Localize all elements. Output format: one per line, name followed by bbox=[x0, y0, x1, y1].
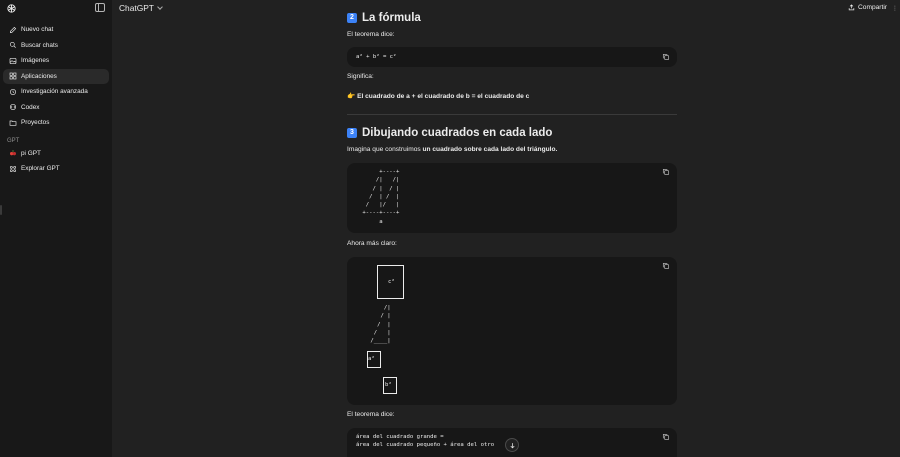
label-c2: c² bbox=[388, 279, 395, 285]
sidebar-nav: Nuevo chat Buscar chats Imágenes Aplicac… bbox=[0, 22, 112, 177]
sidebar-item-label: Nuevo chat bbox=[21, 26, 54, 34]
imagine-text: Imagina que construimos un cuadrado sobr… bbox=[347, 146, 557, 153]
image-icon bbox=[9, 57, 17, 64]
meaning-text: El cuadrado de a + el cuadrado de b = el… bbox=[357, 93, 530, 100]
section-2-title: La fórmula bbox=[362, 12, 421, 24]
section-3-heading: 3 Dibujando cuadrados en cada lado bbox=[347, 127, 552, 139]
ascii-squares-code-block: c² /| / | / | / | /____| a² b² bbox=[347, 257, 677, 405]
sidebar-item-pi-gpt[interactable]: pi GPT bbox=[3, 146, 109, 162]
openai-logo-icon[interactable] bbox=[6, 3, 17, 14]
ascii-triangle-code-block: +----+ /| /| / | / | / | / | / |/ | +---… bbox=[347, 163, 677, 233]
keycap-3-icon: 3 bbox=[347, 128, 357, 138]
sidebar-item-label: Explorar GPT bbox=[21, 165, 60, 173]
folder-icon bbox=[9, 120, 17, 126]
copy-icon[interactable] bbox=[662, 168, 670, 176]
sidebar-item-search-chats[interactable]: Buscar chats bbox=[3, 38, 109, 54]
explore-icon bbox=[9, 165, 16, 172]
imagine-bold: un cuadrado sobre cada lado del triángul… bbox=[422, 146, 558, 153]
sidebar-item-label: Imágenes bbox=[21, 57, 50, 65]
top-bar: ChatGPT Compartir ⋮ bbox=[112, 0, 900, 16]
share-button[interactable]: Compartir bbox=[848, 4, 887, 11]
sidebar-toggle-icon[interactable] bbox=[95, 3, 105, 12]
formula-code-block: a² + b² = c² bbox=[347, 47, 677, 67]
model-selector[interactable]: ChatGPT bbox=[119, 3, 163, 13]
sidebar-item-label: Proyectos bbox=[21, 119, 50, 127]
pointing-hand-icon: 👉 bbox=[347, 93, 356, 100]
sidebar-resize-handle[interactable] bbox=[0, 205, 2, 215]
divider bbox=[347, 114, 677, 115]
arrow-down-icon bbox=[509, 442, 515, 448]
sidebar-item-label: Codex bbox=[21, 103, 40, 111]
sidebar-item-images[interactable]: Imágenes bbox=[3, 53, 109, 69]
research-icon bbox=[10, 88, 16, 95]
theorem-intro-2: El teorema dice: bbox=[347, 411, 395, 418]
code-icon bbox=[10, 104, 16, 111]
theorem-intro-1: El teorema dice: bbox=[347, 31, 395, 38]
more-options-icon[interactable]: ⋮ bbox=[892, 5, 898, 12]
meaning-label: Significa: bbox=[347, 73, 374, 80]
copy-icon[interactable] bbox=[662, 53, 670, 61]
sidebar-item-apps[interactable]: Aplicaciones bbox=[3, 68, 109, 84]
search-icon bbox=[9, 42, 16, 49]
share-label: Compartir bbox=[858, 4, 887, 11]
chevron-down-icon bbox=[157, 4, 163, 10]
edit-icon bbox=[10, 26, 17, 33]
label-a2: a² bbox=[368, 356, 375, 362]
section-2-heading: 2 La fórmula bbox=[347, 12, 421, 24]
scroll-to-bottom-button[interactable] bbox=[505, 438, 519, 452]
section-3-title: Dibujando cuadrados en cada lado bbox=[362, 127, 553, 139]
clearer-label: Ahora más claro: bbox=[347, 240, 397, 247]
copy-icon[interactable] bbox=[662, 262, 670, 270]
ascii-triangle-2: /| / | / | / | /____| bbox=[370, 305, 391, 345]
copy-icon[interactable] bbox=[662, 433, 670, 441]
imagine-prefix: Imagina que construimos bbox=[347, 146, 423, 153]
label-b2: b² bbox=[385, 382, 392, 388]
formula-text: a² + b² = c² bbox=[356, 54, 397, 60]
gpt-avatar-icon bbox=[10, 150, 16, 156]
sidebar-item-new-chat[interactable]: Nuevo chat bbox=[3, 22, 109, 38]
share-icon bbox=[848, 4, 855, 11]
model-name: ChatGPT bbox=[119, 3, 154, 13]
area-line-1: área del cuadrado grande = bbox=[356, 434, 444, 440]
ascii-triangle: +----+ /| /| / | / | / | / | / |/ | +---… bbox=[362, 169, 400, 225]
keycap-2-icon: 2 bbox=[347, 13, 357, 23]
sidebar-item-projects[interactable]: Proyectos bbox=[3, 115, 109, 131]
apps-icon bbox=[9, 72, 17, 80]
sidebar-item-label: Aplicaciones bbox=[21, 72, 57, 80]
sidebar-item-label: Buscar chats bbox=[21, 41, 58, 49]
sidebar-item-codex[interactable]: Codex bbox=[3, 100, 109, 116]
meaning-line: 👉 El cuadrado de a + el cuadrado de b = … bbox=[347, 92, 529, 100]
sidebar-header bbox=[0, 0, 112, 16]
area-text: área del cuadrado grande = área del cuad… bbox=[356, 433, 494, 450]
sidebar: Nuevo chat Buscar chats Imágenes Aplicac… bbox=[0, 0, 112, 457]
sidebar-item-explore-gpt[interactable]: Explorar GPT bbox=[3, 161, 109, 177]
area-line-2: área del cuadrado pequeño + área del otr… bbox=[356, 442, 495, 449]
sidebar-section-gpt: GPT bbox=[7, 137, 20, 144]
sidebar-item-deep-research[interactable]: Investigación avanzada bbox=[3, 84, 109, 100]
sidebar-item-label: pi GPT bbox=[21, 149, 41, 157]
sidebar-item-label: Investigación avanzada bbox=[21, 88, 88, 96]
